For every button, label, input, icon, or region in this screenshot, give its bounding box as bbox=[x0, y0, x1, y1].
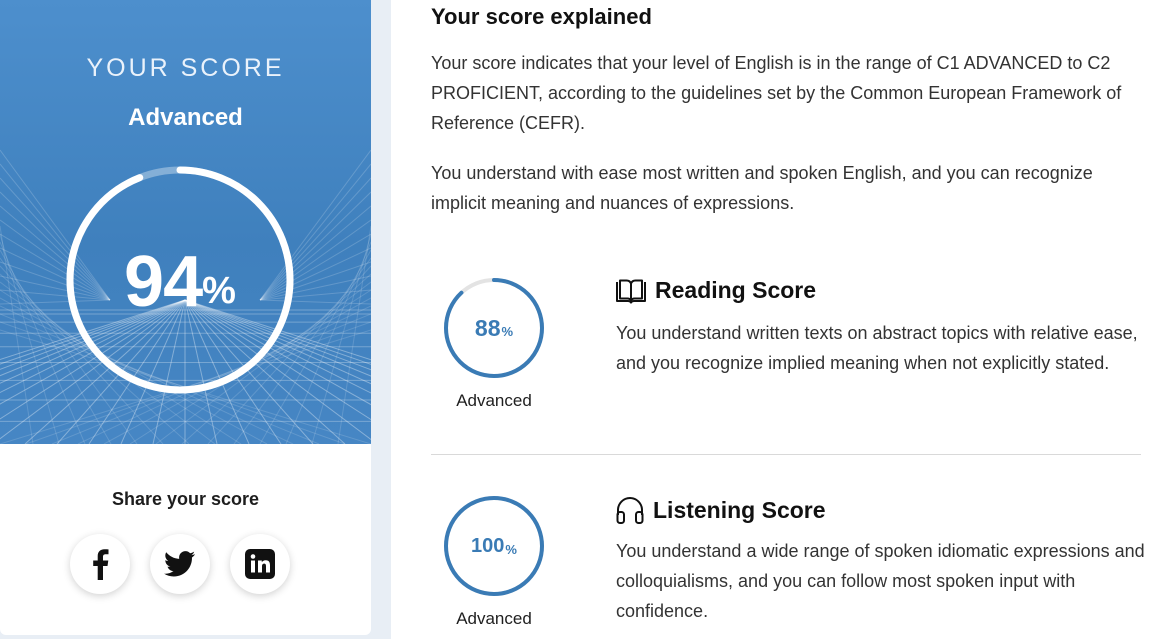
facebook-share-button[interactable] bbox=[70, 534, 130, 594]
reading-score-value: 88% bbox=[442, 276, 546, 380]
listening-score-value: 100% bbox=[442, 494, 546, 598]
listening-score-title: Listening Score bbox=[653, 496, 826, 523]
share-buttons bbox=[70, 534, 290, 594]
explanation-paragraph-2: You understand with ease most written an… bbox=[431, 163, 1093, 213]
score-hero: YOUR SCORE Advanced 94% bbox=[0, 0, 371, 444]
listening-score-percent: % bbox=[505, 541, 517, 557]
overall-score-number: 94 bbox=[124, 242, 203, 322]
listening-score-description: You understand a wide range of spoken id… bbox=[616, 541, 1145, 621]
reading-score-percent: % bbox=[501, 323, 514, 339]
reading-score-description: You understand written texts on abstract… bbox=[616, 323, 1138, 373]
share-title: Share your score bbox=[111, 489, 260, 509]
overall-score-value: 94% bbox=[62, 162, 298, 398]
score-card: YOUR SCORE Advanced 94% Share your score bbox=[0, 0, 371, 635]
book-icon bbox=[616, 279, 646, 304]
section-divider bbox=[431, 454, 1141, 455]
twitter-share-button[interactable] bbox=[150, 534, 210, 594]
explanation-paragraph-1: Your score indicates that your level of … bbox=[431, 53, 1122, 133]
listening-score-heading: Listening Score bbox=[615, 495, 826, 525]
score-explanation-panel: Your score explained Your score indicate… bbox=[391, 0, 1175, 639]
overall-score-percent: % bbox=[202, 269, 236, 312]
reading-score-number: 88 bbox=[474, 314, 501, 341]
headphones-icon bbox=[616, 496, 644, 524]
reading-score-title: Reading Score bbox=[655, 277, 817, 303]
listening-score-level: Advanced bbox=[456, 609, 532, 628]
listening-score-number: 100 bbox=[471, 534, 505, 557]
facebook-icon bbox=[93, 549, 109, 580]
score-label: YOUR SCORE bbox=[86, 54, 285, 82]
reading-score-heading: Reading Score bbox=[615, 277, 816, 304]
linkedin-share-button[interactable] bbox=[230, 534, 290, 594]
reading-score-level: Advanced bbox=[456, 391, 532, 410]
twitter-icon bbox=[164, 551, 196, 577]
linkedin-icon bbox=[245, 549, 275, 579]
score-level: Advanced bbox=[128, 104, 243, 131]
explanation-title: Your score explained bbox=[431, 4, 652, 29]
